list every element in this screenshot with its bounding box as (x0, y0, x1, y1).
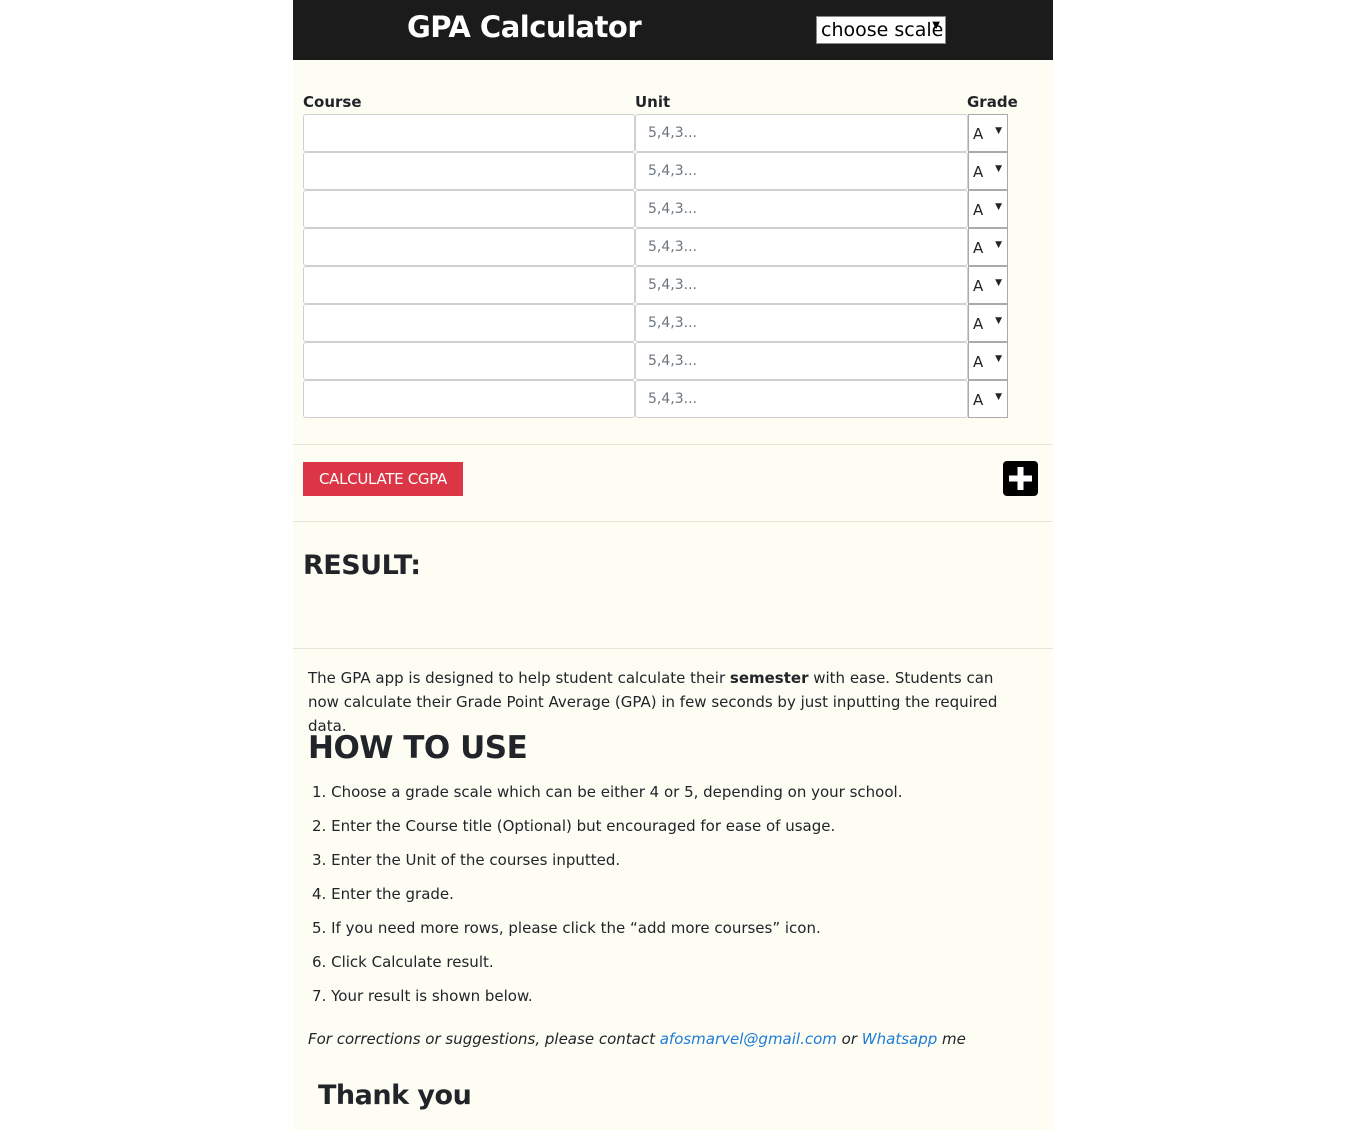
dropdown-caret-icon: ▼ (995, 126, 1002, 136)
thank-you-heading: Thank you (318, 1080, 472, 1111)
step-item: 2. Enter the Course title (Optional) but… (312, 817, 836, 835)
unit-input[interactable] (635, 342, 968, 380)
unit-input[interactable] (635, 380, 968, 418)
grade-select[interactable]: A ▼ (968, 152, 1008, 190)
grade-select[interactable]: A ▼ (968, 114, 1008, 152)
dropdown-caret-icon: ▼ (995, 240, 1002, 250)
email-link[interactable]: afosmarvel@gmail.com (660, 1030, 837, 1048)
dropdown-caret-icon: ▼ (995, 316, 1002, 326)
dropdown-caret-icon: ▼ (995, 354, 1002, 364)
course-input[interactable] (303, 228, 635, 266)
whatsapp-link[interactable]: Whatsapp (862, 1030, 937, 1048)
calculate-cgpa-button[interactable]: CALCULATE CGPA (303, 462, 463, 496)
dropdown-caret-icon: ▼ (995, 392, 1002, 402)
how-to-use-heading: HOW TO USE (308, 730, 528, 766)
grade-selected: A (973, 277, 984, 295)
course-input[interactable] (303, 114, 635, 152)
dropdown-caret-icon: ▼ (995, 164, 1002, 174)
grade-select[interactable]: A ▼ (968, 190, 1008, 228)
header-bar: GPA Calculator choose scale ▼ (293, 0, 1053, 60)
unit-input[interactable] (635, 114, 968, 152)
gpa-app: GPA Calculator choose scale ▼ Course Uni… (293, 0, 1053, 1130)
unit-input[interactable] (635, 190, 968, 228)
course-input[interactable] (303, 266, 635, 304)
grade-selected: A (973, 315, 984, 333)
column-header-course: Course (303, 93, 362, 111)
course-input[interactable] (303, 304, 635, 342)
grade-scale-select[interactable]: choose scale ▼ (816, 16, 946, 44)
step-item: 6. Click Calculate result. (312, 953, 494, 971)
grade-selected: A (973, 201, 984, 219)
step-item: 4. Enter the grade. (312, 885, 454, 903)
step-item: 3. Enter the Unit of the courses inputte… (312, 851, 621, 869)
grade-select[interactable]: A ▼ (968, 304, 1008, 342)
app-title: GPA Calculator (407, 10, 642, 44)
plus-square-icon (1009, 467, 1032, 490)
grade-select[interactable]: A ▼ (968, 266, 1008, 304)
divider (293, 444, 1053, 445)
dropdown-caret-icon: ▼ (932, 20, 940, 31)
grade-selected: A (973, 239, 984, 257)
intro-text: The GPA app is designed to help student … (308, 669, 998, 735)
column-header-grade: Grade (967, 93, 1018, 111)
grade-selected: A (973, 391, 984, 409)
grade-selected: A (973, 163, 984, 181)
step-item: 7. Your result is shown below. (312, 987, 533, 1005)
grade-selected: A (973, 125, 984, 143)
unit-input[interactable] (635, 304, 968, 342)
grade-selected: A (973, 353, 984, 371)
intro-bold: semester (729, 669, 809, 687)
unit-input[interactable] (635, 152, 968, 190)
grade-scale-selected: choose scale (821, 19, 944, 41)
divider (293, 648, 1053, 649)
course-input[interactable] (303, 380, 635, 418)
divider (293, 521, 1053, 522)
step-item: 1. Choose a grade scale which can be eit… (312, 783, 903, 801)
grade-select[interactable]: A ▼ (968, 380, 1008, 418)
add-course-button[interactable] (1003, 461, 1038, 496)
unit-input[interactable] (635, 228, 968, 266)
course-input[interactable] (303, 190, 635, 228)
dropdown-caret-icon: ▼ (995, 202, 1002, 212)
course-input[interactable] (303, 152, 635, 190)
contact-line: For corrections or suggestions, please c… (308, 1030, 966, 1048)
column-header-unit: Unit (635, 93, 671, 111)
grade-select[interactable]: A ▼ (968, 342, 1008, 380)
how-to-steps: 1. Choose a grade scale which can be eit… (308, 781, 902, 1019)
step-item: 5. If you need more rows, please click t… (312, 919, 821, 937)
dropdown-caret-icon: ▼ (995, 278, 1002, 288)
unit-input[interactable] (635, 266, 968, 304)
grade-select[interactable]: A ▼ (968, 228, 1008, 266)
result-heading: RESULT: (303, 550, 421, 581)
course-input[interactable] (303, 342, 635, 380)
